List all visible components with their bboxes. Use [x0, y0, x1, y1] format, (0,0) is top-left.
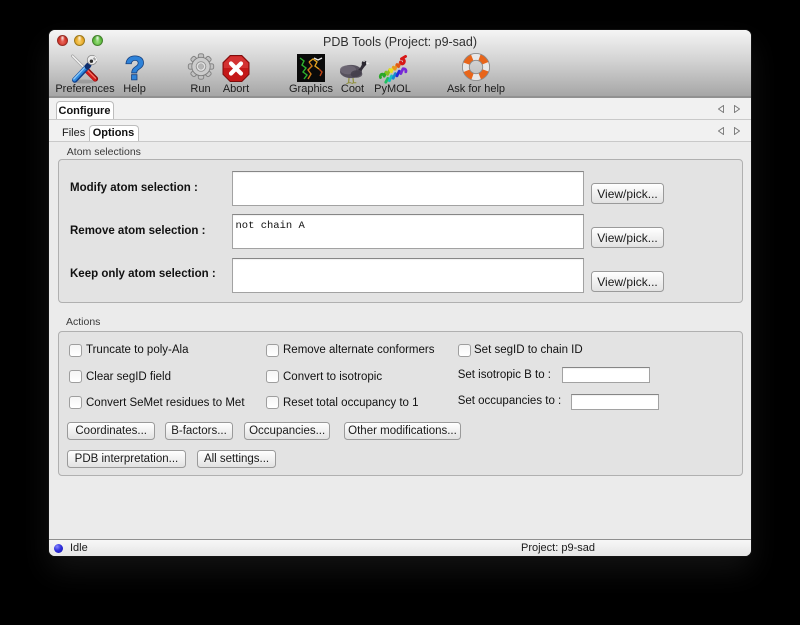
- svg-text:?: ?: [124, 52, 144, 84]
